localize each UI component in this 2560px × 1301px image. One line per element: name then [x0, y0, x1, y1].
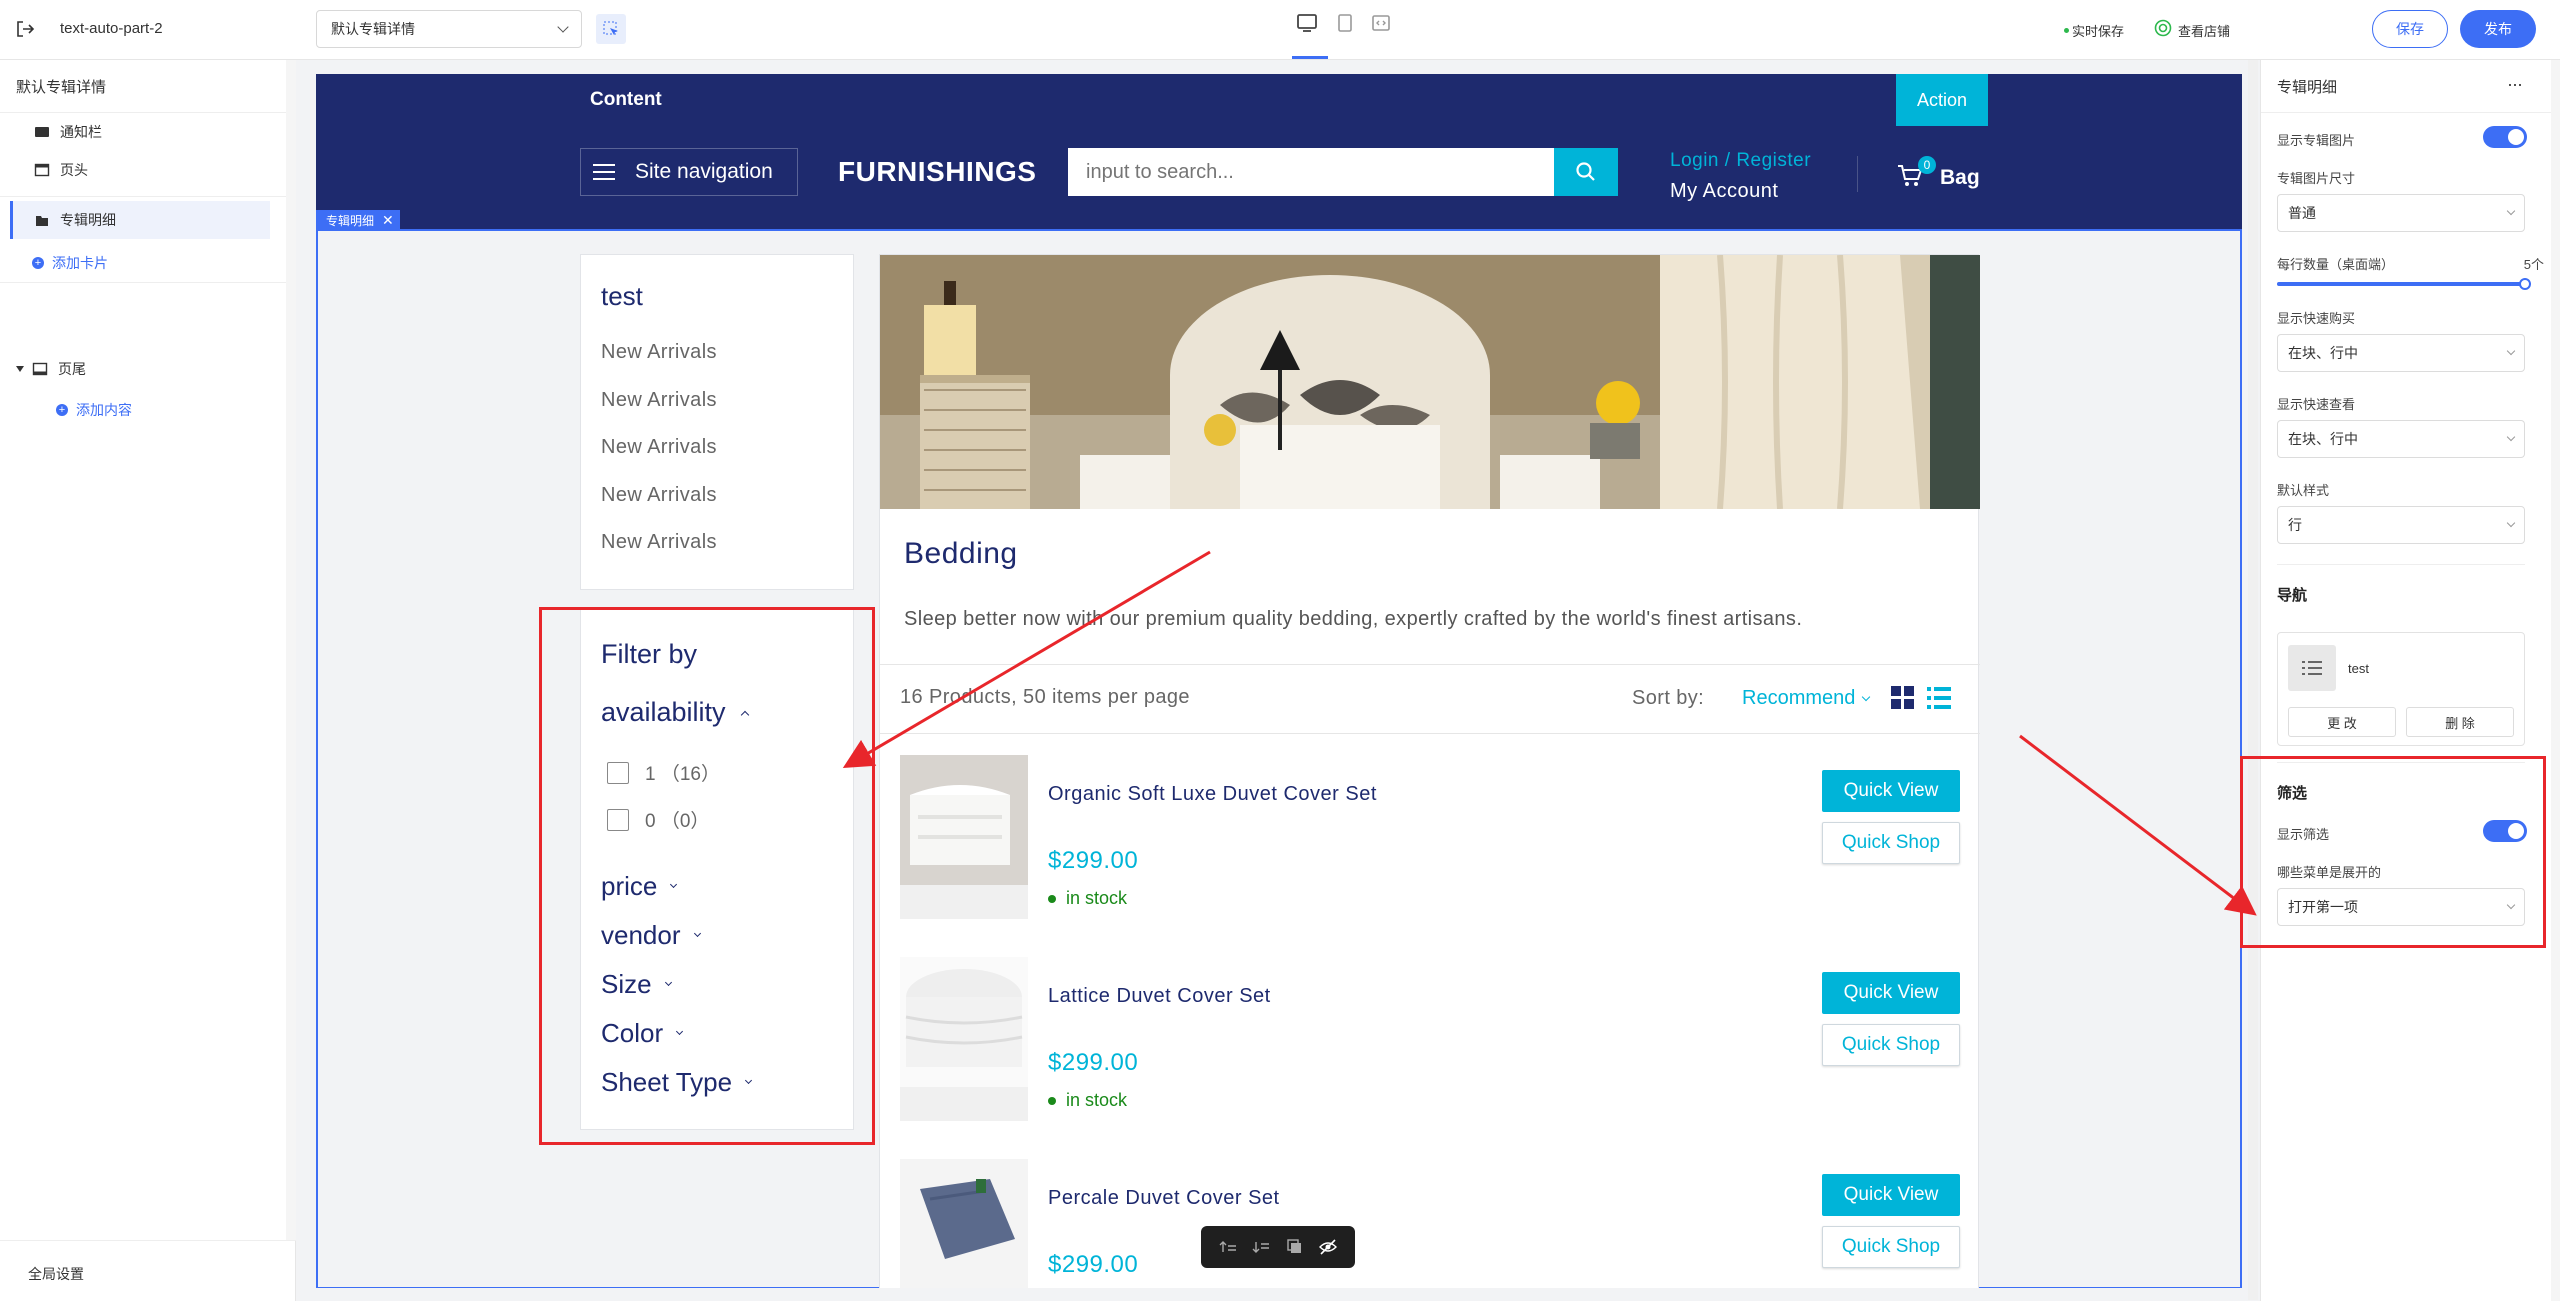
annotation-arrows — [842, 550, 2257, 916]
